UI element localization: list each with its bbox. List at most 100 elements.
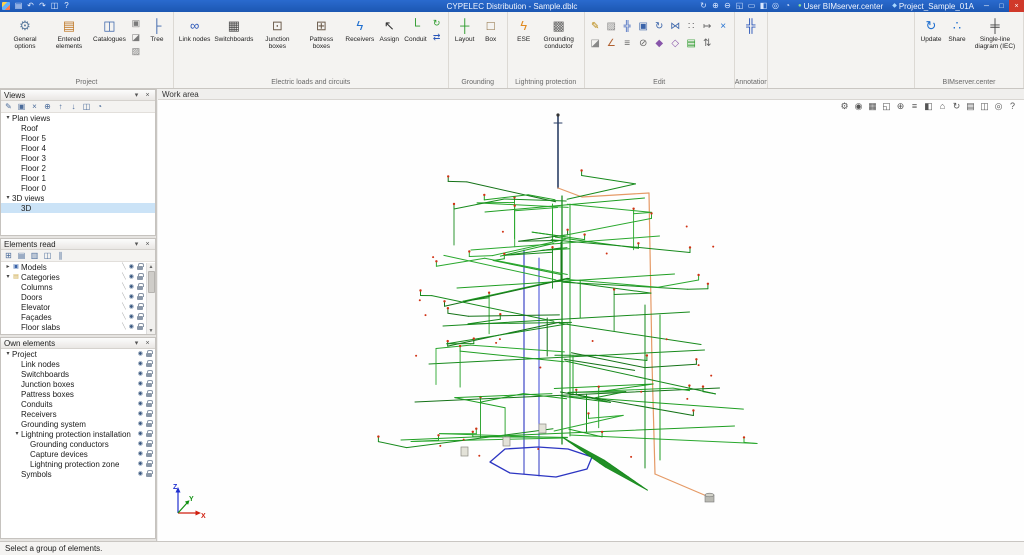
close-panel-icon[interactable]: ×: [143, 240, 152, 249]
group-icon[interactable]: ◆: [652, 36, 667, 51]
wa-eye-icon[interactable]: ◉: [853, 101, 864, 112]
lock-icon[interactable]: [146, 473, 152, 477]
eye-icon[interactable]: ◉: [129, 294, 134, 300]
edit-icon[interactable]: ✎: [588, 19, 603, 34]
edit-view-icon[interactable]: ✎: [3, 102, 14, 112]
elements-read-item-categories[interactable]: ▾▤Categories╲◉: [1, 272, 155, 282]
eye-icon[interactable]: ◉: [138, 411, 143, 417]
eye-icon[interactable]: ◉: [138, 361, 143, 367]
zoom-in-icon[interactable]: ⊕: [710, 1, 721, 12]
print-view-icon[interactable]: ◫: [81, 102, 92, 112]
wa-add-icon[interactable]: ⊕: [895, 101, 906, 112]
eye-icon[interactable]: ◉: [129, 324, 134, 330]
ray-icon[interactable]: ╲: [122, 324, 126, 330]
swap-icon[interactable]: ⇄: [430, 31, 444, 44]
own-elements-item-grounding-system[interactable]: Grounding system◉: [1, 419, 155, 429]
redo-icon[interactable]: ↷: [37, 1, 48, 12]
print-icon[interactable]: ◫: [49, 1, 60, 12]
tree-expand-icon[interactable]: ▾: [4, 351, 12, 357]
wa-home-icon[interactable]: ⌂: [937, 101, 948, 112]
wa-help-icon[interactable]: ?: [1007, 101, 1018, 112]
swap-vert-icon[interactable]: ⇅: [700, 36, 715, 51]
eye-icon[interactable]: ◉: [129, 264, 134, 270]
work-canvas[interactable]: ⚙◉▦◱⊕≡◧⌂↻▤◫◎? Z Y X: [158, 100, 1024, 541]
lock-icon[interactable]: [146, 443, 152, 447]
lock-icon[interactable]: [146, 453, 152, 457]
lock-icon[interactable]: [146, 403, 152, 407]
sync-icon[interactable]: ↻: [698, 1, 709, 12]
close-panel-icon[interactable]: ×: [143, 91, 152, 100]
collapse-icon[interactable]: ▾: [132, 339, 141, 348]
eye-icon[interactable]: ◉: [138, 421, 143, 427]
tree-expand-icon[interactable]: ▸: [4, 264, 12, 270]
lock-icon[interactable]: [146, 413, 152, 417]
tree-expand-icon[interactable]: ▾: [4, 115, 12, 121]
lock-icon[interactable]: [137, 276, 143, 280]
views-item-floor-0[interactable]: Floor 0: [1, 183, 155, 193]
own-elements-item-switchboards[interactable]: Switchboards◉: [1, 369, 155, 379]
user-chip[interactable]: ● User BIMserver.center: [794, 2, 887, 11]
win-min-icon[interactable]: ─: [979, 0, 994, 12]
views-item-floor-1[interactable]: Floor 1: [1, 173, 155, 183]
copy-icon[interactable]: ▣: [129, 17, 143, 30]
own-elements-item-lightning-protection-installation[interactable]: ▾Lightning protection installation◉: [1, 429, 155, 439]
lock-icon[interactable]: [137, 326, 143, 330]
ribbon-button-pattress-boxes[interactable]: ⊞Pattress boxes: [299, 14, 343, 50]
trim-icon[interactable]: ⊘: [636, 36, 651, 51]
ribbon-button-tree[interactable]: ├Tree: [144, 14, 170, 43]
copy-el-icon[interactable]: ▣: [636, 19, 651, 34]
ray-icon[interactable]: ╲: [122, 284, 126, 290]
snapshot-icon[interactable]: ◔: [94, 102, 105, 112]
ray-icon[interactable]: ╲: [122, 304, 126, 310]
layers-icon[interactable]: ▤: [684, 36, 699, 51]
ribbon-button-conduit[interactable]: └Conduit: [402, 14, 428, 43]
ribbon-button-single-line-diagram-iec[interactable]: ╪Single-line diagram (IEC): [970, 14, 1020, 50]
elements-read-item-columns[interactable]: Columns╲◉: [1, 282, 155, 292]
eye-icon[interactable]: ◉: [129, 314, 134, 320]
layers-tb-icon[interactable]: ◧: [758, 1, 769, 12]
own-elements-item-lightning-protection-zone[interactable]: Lightning protection zone◉: [1, 459, 155, 469]
offset-icon[interactable]: ≡: [620, 36, 635, 51]
duplicate-view-icon[interactable]: ▣: [16, 102, 27, 112]
ray-icon[interactable]: ╲: [122, 264, 126, 270]
own-elements-item-conduits[interactable]: Conduits◉: [1, 399, 155, 409]
help-icon[interactable]: ?: [61, 1, 72, 12]
scroll-up-icon[interactable]: ▲: [149, 263, 154, 270]
eye-icon[interactable]: ◉: [138, 381, 143, 387]
ribbon-button-general-options[interactable]: ⚙General options: [3, 14, 47, 50]
ribbon-button-junction-boxes[interactable]: ⊡Junction boxes: [255, 14, 299, 50]
win-close-icon[interactable]: ×: [1009, 0, 1024, 12]
elements-read-item-models[interactable]: ▸▣Models╲◉: [1, 262, 155, 272]
ribbon-button-assign[interactable]: ↖Assign: [376, 14, 402, 43]
split-icon[interactable]: ◫: [42, 251, 53, 261]
views-item-plan-views[interactable]: ▾Plan views: [1, 113, 155, 123]
move-up-icon[interactable]: ↑: [55, 102, 66, 112]
expand-all-icon[interactable]: ⊞: [3, 251, 14, 261]
stretch-icon[interactable]: ↦: [700, 19, 715, 34]
delete-icon[interactable]: ×: [716, 19, 731, 34]
ribbon-button-layout[interactable]: ┼Layout: [452, 14, 478, 43]
ungroup-icon[interactable]: ◇: [668, 36, 683, 51]
move-icon[interactable]: ╬: [620, 19, 635, 34]
own-elements-item-pattress-boxes[interactable]: Pattress boxes◉: [1, 389, 155, 399]
ribbon-button-receivers[interactable]: ϟReceivers: [343, 14, 376, 43]
clock-icon[interactable]: ◔: [782, 1, 793, 12]
lock-icon[interactable]: [146, 383, 152, 387]
own-elements-item-capture-devices[interactable]: Capture devices◉: [1, 449, 155, 459]
own-elements-item-junction-boxes[interactable]: Junction boxes◉: [1, 379, 155, 389]
refresh-green-icon[interactable]: ↻: [430, 17, 444, 30]
ribbon-button-share[interactable]: ∴Share: [944, 14, 970, 43]
views-item-roof[interactable]: Roof: [1, 123, 155, 133]
collapse-icon[interactable]: ▾: [132, 91, 141, 100]
ribbon-button-entered-elements[interactable]: ▤Entered elements: [47, 14, 91, 50]
eye-icon[interactable]: ◉: [138, 351, 143, 357]
lock-icon[interactable]: [146, 433, 152, 437]
eye-icon[interactable]: ◉: [138, 461, 143, 467]
views-item-3d[interactable]: 3D: [1, 203, 155, 213]
undo-icon[interactable]: ↶: [25, 1, 36, 12]
ray-icon[interactable]: ╲: [122, 274, 126, 280]
eye-icon[interactable]: ◉: [138, 391, 143, 397]
wa-sheet-icon[interactable]: ▤: [965, 101, 976, 112]
elements-read-item-floor-slabs[interactable]: Floor slabs╲◉: [1, 322, 155, 332]
list-b-icon[interactable]: ▥: [29, 251, 40, 261]
